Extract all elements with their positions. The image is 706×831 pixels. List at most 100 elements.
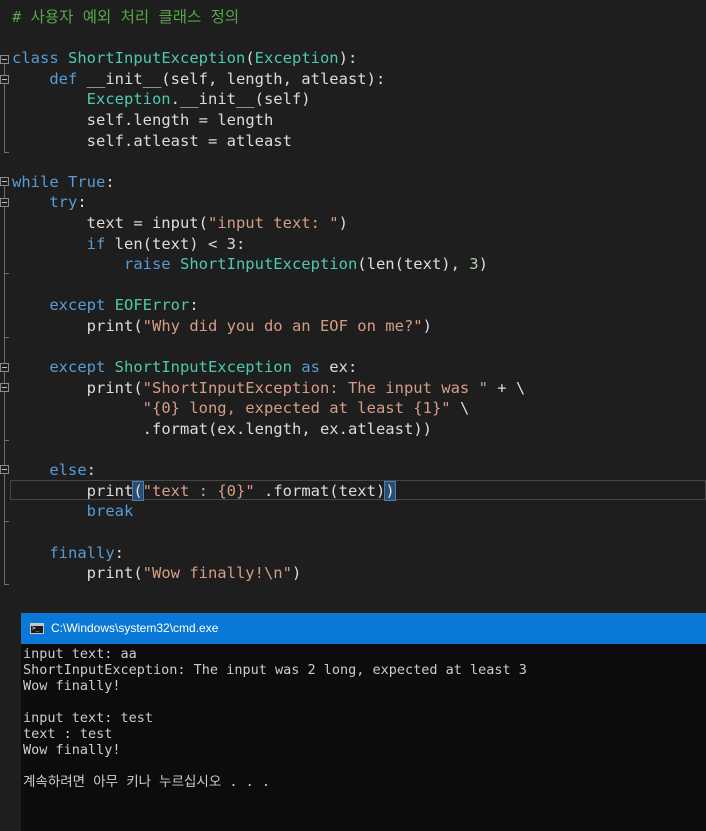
code-line[interactable]: raise ShortInputException(len(text), 3) <box>12 254 488 274</box>
code-token: )) <box>413 420 432 438</box>
code-line[interactable]: .format(ex.length, ex.atleast)) <box>12 419 432 439</box>
code-line[interactable]: text = input("input text: ") <box>12 213 348 233</box>
code-line[interactable]: def __init__(self, length, atleast): <box>12 69 385 89</box>
code-line[interactable]: Exception.__init__(self) <box>12 89 311 109</box>
code-token: ) <box>291 564 302 583</box>
code-token: : <box>189 296 199 315</box>
code-token: .__init__(self) <box>170 90 311 109</box>
fold-end <box>4 273 9 274</box>
code-token: 3 <box>469 255 479 274</box>
code-line[interactable]: print("ShortInputException: The input wa… <box>12 378 526 398</box>
code-token: Exception <box>86 90 171 109</box>
fold-end <box>4 584 9 585</box>
cmd-icon <box>30 623 44 634</box>
console-line: input text: aa <box>23 646 137 662</box>
fold-end <box>4 440 9 441</box>
code-token: "Why did you do an EOF on me?" <box>142 317 423 335</box>
code-token: : <box>77 193 87 212</box>
code-token: ShortInputException <box>68 49 246 68</box>
code-line[interactable]: except ShortInputException as ex: <box>12 357 357 377</box>
code-token: ( <box>245 49 255 68</box>
collapse-print-icon[interactable] <box>0 383 9 392</box>
collapse-def-icon[interactable] <box>0 75 9 84</box>
code-token: atleast <box>133 131 199 150</box>
code-token: Exception <box>254 49 339 68</box>
code-token: print <box>86 481 134 500</box>
code-token: : <box>114 543 124 562</box>
code-line[interactable]: except EOFError: <box>12 295 199 315</box>
code-line[interactable]: try: <box>12 192 87 212</box>
code-token: ex: <box>329 358 358 377</box>
code-line[interactable]: else: <box>12 460 96 480</box>
code-line[interactable]: print("Wow finally!\n") <box>12 563 302 583</box>
code-line[interactable]: print("text : {0}" .format(text)) <box>12 480 396 501</box>
collapse-while-icon[interactable] <box>0 177 9 186</box>
code-token: ShortInputException <box>179 255 358 274</box>
code-line[interactable]: # 사용자 예외 처리 클래스 정의 <box>12 7 239 27</box>
code-token: "Wow finally!\n" <box>142 564 292 583</box>
code-token: "{0} long, expected at least {1}" <box>142 399 451 418</box>
console-window[interactable]: C:\Windows\system32\cmd.exe input text: … <box>21 613 706 831</box>
code-token: while <box>12 172 68 191</box>
code-token: .format(text) <box>254 481 386 500</box>
code-token: (len(text), <box>357 255 470 274</box>
code-token: ): <box>338 49 358 68</box>
code-line[interactable]: self.atleast = atleast <box>12 131 292 151</box>
code-token: EOFError <box>114 296 190 315</box>
console-line: input text: test <box>23 710 154 726</box>
code-token: ShortInputException <box>114 358 292 377</box>
code-token: ( <box>132 480 144 501</box>
fold-end <box>4 521 9 522</box>
console-line: Wow finally! <box>23 678 121 694</box>
code-line[interactable]: "{0} long, expected at least {1}" \ <box>12 398 470 418</box>
collapse-try-icon[interactable] <box>0 198 9 207</box>
code-token: self. <box>86 131 134 150</box>
code-line[interactable]: finally: <box>12 543 124 563</box>
code-token: try <box>49 193 78 212</box>
code-line[interactable]: break <box>12 501 134 521</box>
code-token: \ <box>450 399 470 418</box>
collapse-except-icon[interactable] <box>0 363 9 372</box>
code-line[interactable]: self.length = length <box>12 110 274 130</box>
fold-end <box>4 152 9 153</box>
code-token: ) <box>338 214 348 232</box>
code-token: finally <box>49 543 115 562</box>
code-editor[interactable]: # 사용자 예외 처리 클래스 정의 class ShortInputExcept… <box>0 0 706 610</box>
console-line: 계속하려면 아무 키나 누르십시오 . . . <box>23 774 271 790</box>
code-token: len(text) < 3: <box>114 234 246 253</box>
code-token: else <box>49 461 87 480</box>
code-token: self. <box>86 111 134 129</box>
collapse-class-icon[interactable] <box>0 55 9 64</box>
code-token: class <box>12 49 68 68</box>
console-title-bar[interactable]: C:\Windows\system32\cmd.exe <box>21 613 706 644</box>
collapse-else-icon[interactable] <box>0 465 9 474</box>
console-title: C:\Windows\system32\cmd.exe <box>51 621 219 635</box>
code-token: as <box>291 358 330 377</box>
code-line[interactable]: while True: <box>12 172 115 192</box>
code-token: , ex. <box>301 420 348 438</box>
code-line[interactable]: print("Why did you do an EOF on me?") <box>12 316 432 336</box>
code-token: if <box>86 234 115 253</box>
code-token: text = input( <box>86 214 208 232</box>
code-token: except <box>49 296 115 315</box>
console-line: Wow finally! <box>23 742 121 758</box>
code-token: print( <box>86 564 143 583</box>
code-token: : <box>105 172 115 191</box>
code-token: .format(ex. <box>142 420 246 438</box>
code-line[interactable]: class ShortInputException(Exception): <box>12 48 357 68</box>
code-token: : <box>86 461 96 480</box>
code-line[interactable]: if len(text) < 3: <box>12 234 246 254</box>
